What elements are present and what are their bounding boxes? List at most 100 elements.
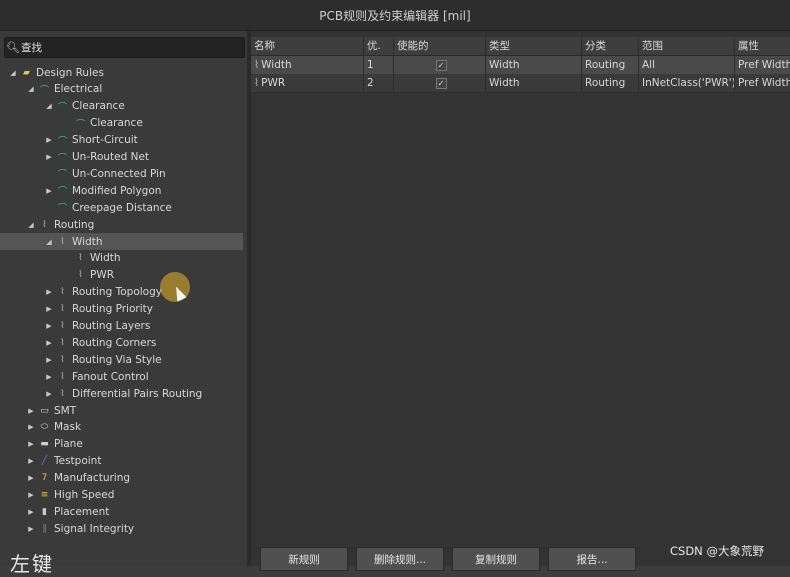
tree-item-label: Electrical (54, 83, 103, 96)
collapsed-arrow-icon[interactable]: ▶ (26, 474, 36, 482)
tree-item[interactable]: ▶ ⌇ Routing Corners (0, 334, 243, 351)
rule-name: PWR (261, 77, 286, 89)
tree-item[interactable]: ◢ ⌇ Width (0, 233, 243, 250)
column-header-category[interactable]: 分类 (582, 37, 639, 55)
expanded-arrow-icon[interactable]: ◢ (44, 102, 54, 110)
tree-item-label: PWR (90, 269, 115, 282)
collapsed-arrow-icon[interactable]: ▶ (26, 407, 36, 415)
tree-item-label: Mask (54, 421, 82, 434)
collapsed-arrow-icon[interactable]: ▶ (44, 305, 54, 313)
search-input[interactable]: 🔍︎ 查找 (4, 37, 245, 58)
copy-rule-button[interactable]: 复制规则 (452, 547, 540, 571)
high-speed-icon: ≡ (40, 490, 49, 500)
routing-rule-icon: ⌇ (254, 59, 260, 71)
expanded-arrow-icon[interactable]: ◢ (44, 238, 54, 246)
report-button[interactable]: 报告... (548, 547, 636, 571)
tree-item[interactable]: ▶ ╱ Testpoint (0, 453, 243, 470)
tree-item[interactable]: ▶ ⌇ Routing Via Style (0, 351, 243, 368)
tree-item-label: Signal Integrity (54, 522, 135, 535)
electrical-rule-icon: ⌒ (57, 204, 67, 215)
tree-item-label: Width (72, 235, 103, 248)
tree-item[interactable]: ▶ ∥ Signal Integrity (0, 520, 243, 537)
electrical-rule-icon: ⌒ (57, 153, 67, 164)
collapsed-arrow-icon[interactable]: ▶ (44, 390, 54, 398)
electrical-rule-icon: ⌒ (57, 187, 67, 198)
collapsed-arrow-icon[interactable]: ▶ (44, 339, 54, 347)
tree-item[interactable]: ⌇ PWR (0, 267, 243, 284)
collapsed-arrow-icon[interactable]: ▶ (26, 440, 36, 448)
overlay-caption: 左键 (10, 552, 54, 576)
tree-item-label: Modified Polygon (72, 184, 162, 197)
column-header-enabled[interactable]: 使能的 (394, 37, 486, 55)
mask-icon: ⬭ (40, 422, 49, 433)
tree-item[interactable]: ▶ 7 Manufacturing (0, 470, 243, 487)
cell-priority: 1 (364, 56, 394, 74)
collapsed-arrow-icon[interactable]: ▶ (44, 356, 54, 364)
collapsed-arrow-icon[interactable]: ▶ (26, 491, 36, 499)
cell-name: ⌇ Width (251, 56, 364, 74)
column-header-priority[interactable]: 优. (364, 37, 394, 55)
tree-item-label: Plane (54, 438, 83, 451)
tree-item-label: Routing Priority (72, 303, 153, 316)
tree-item-label: High Speed (54, 489, 115, 501)
collapsed-arrow-icon[interactable]: ▶ (26, 525, 36, 533)
tree-item-label: Width (90, 252, 121, 265)
tree-item[interactable]: ◢ ▰ Design Rules (0, 64, 243, 81)
collapsed-arrow-icon[interactable]: ▶ (44, 322, 54, 330)
table-row[interactable]: ⌇ PWR 2 ✓ Width Routing InNetClass('PWR') Pref … (251, 74, 790, 93)
tree-item[interactable]: ⌒ Clearance (0, 115, 243, 132)
window-title: PCB规则及约束编辑器 [mil] (319, 8, 471, 23)
tree-item[interactable]: ⌒ Creepage Distance (0, 199, 243, 216)
expanded-arrow-icon[interactable]: ◢ (8, 69, 18, 77)
column-header-name[interactable]: 名称 (251, 37, 364, 55)
delete-rule-button[interactable]: 删除规则... (356, 547, 444, 571)
collapsed-arrow-icon[interactable]: ▶ (26, 508, 36, 516)
column-header-attribute[interactable]: 属性 (735, 37, 790, 55)
enabled-checkbox[interactable]: ✓ (435, 77, 447, 89)
tree-item[interactable]: ▶ ⌇ Routing Priority (0, 301, 243, 318)
tree-item[interactable]: ◢ ⌒ Clearance (0, 98, 243, 115)
collapsed-arrow-icon[interactable]: ▶ (44, 153, 54, 161)
tree-item[interactable]: ⌇ Width (0, 250, 243, 267)
routing-rule-icon: ⌇ (60, 388, 65, 399)
routing-rule-icon: ⌇ (78, 253, 83, 264)
tree-item[interactable]: ▶ ⌇ Routing Layers (0, 318, 243, 335)
collapsed-arrow-icon[interactable]: ▶ (44, 373, 54, 381)
tree-item[interactable]: ▶ ▮ Placement (0, 503, 243, 520)
collapsed-arrow-icon[interactable]: ▶ (44, 136, 54, 144)
tree-item[interactable]: ▶ ⌒ Un-Routed Net (0, 149, 243, 166)
cell-enabled[interactable]: ✓ (394, 74, 486, 92)
tree-item-label: Manufacturing (54, 472, 131, 485)
tree-item[interactable]: ▶ ⌇ Routing Topology (0, 284, 243, 301)
electrical-rule-icon: ⌒ (57, 136, 67, 147)
tree-item[interactable]: ⌒ Un-Connected Pin (0, 165, 243, 182)
collapsed-arrow-icon[interactable]: ▶ (26, 423, 36, 431)
cell-type: Width (486, 74, 582, 92)
tree-item[interactable]: ▶ ▬ Plane (0, 436, 243, 453)
table-row[interactable]: ⌇ Width 1 ✓ Width Routing All Pref Width (251, 56, 790, 75)
tree-item[interactable]: ◢ ⌇ Routing (0, 216, 243, 233)
cell-name: ⌇ PWR (251, 74, 364, 92)
cell-category: Routing (582, 56, 639, 74)
collapsed-arrow-icon[interactable]: ▶ (26, 457, 36, 465)
tree-item-label: Testpoint (54, 455, 102, 468)
expanded-arrow-icon[interactable]: ◢ (26, 85, 36, 93)
tree-item[interactable]: ◢ ⌒ Electrical (0, 81, 243, 98)
tree-item[interactable]: ▶ ▭ SMT (0, 402, 243, 419)
tree-item[interactable]: ▶ ⌒ Short-Circuit (0, 132, 243, 149)
tree-item[interactable]: ▶ ⌒ Modified Polygon (0, 182, 243, 199)
tree-item-label: Routing Via Style (72, 353, 162, 366)
tree-item[interactable]: ▶ ⌇ Fanout Control (0, 368, 243, 385)
enabled-checkbox[interactable]: ✓ (435, 59, 447, 71)
search-icon: 🔍︎ (6, 41, 20, 54)
collapsed-arrow-icon[interactable]: ▶ (44, 288, 54, 296)
cell-enabled[interactable]: ✓ (394, 56, 486, 74)
collapsed-arrow-icon[interactable]: ▶ (44, 187, 54, 195)
tree-item[interactable]: ▶ ⌇ Differential Pairs Routing (0, 385, 243, 402)
expanded-arrow-icon[interactable]: ◢ (26, 221, 36, 229)
tree-item[interactable]: ▶ ≡ High Speed (0, 487, 243, 504)
tree-item[interactable]: ▶ ⬭ Mask (0, 419, 243, 436)
column-header-type[interactable]: 类型 (486, 37, 582, 55)
column-header-scope[interactable]: 范围 (639, 37, 735, 55)
new-rule-button[interactable]: 新规则 (260, 547, 348, 571)
